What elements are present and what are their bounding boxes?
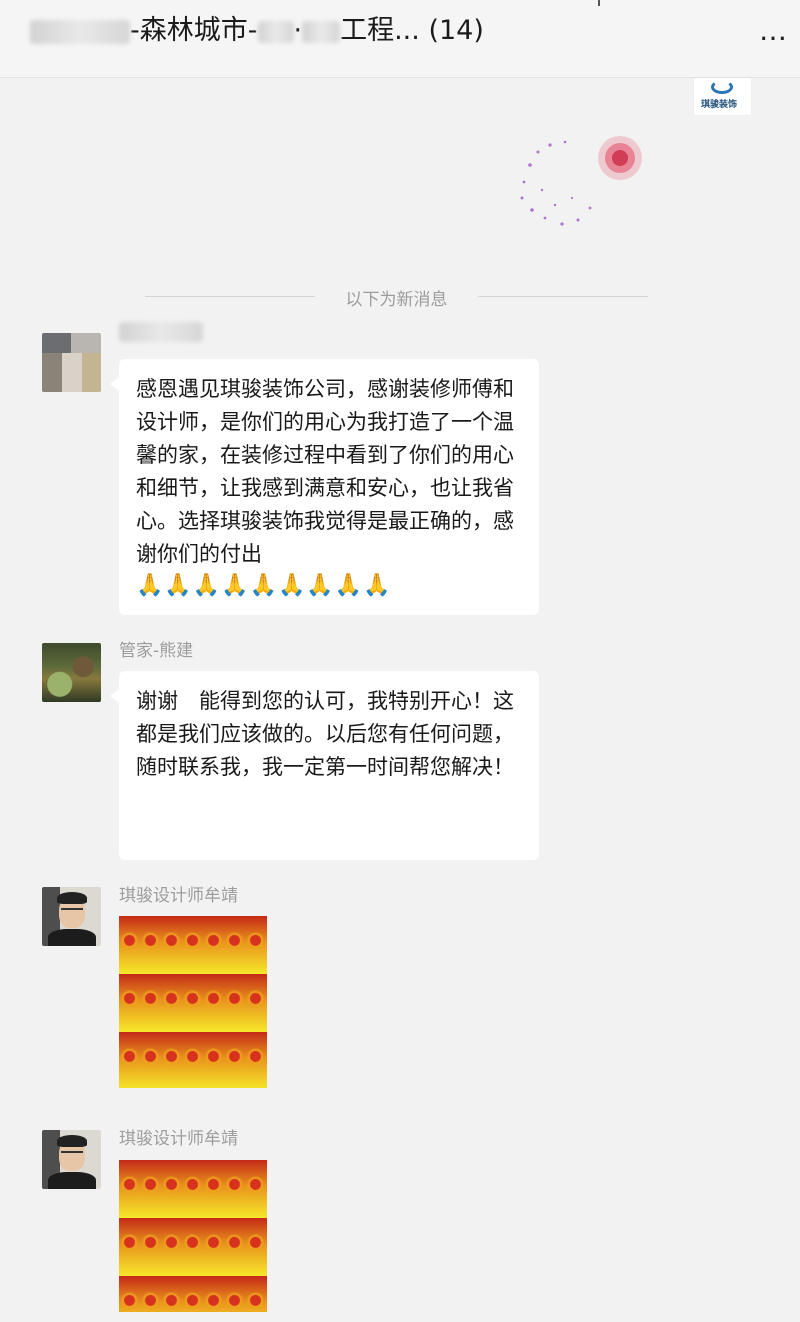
sender-name: 琪骏设计师牟靖 — [119, 886, 238, 906]
avatar[interactable] — [42, 887, 101, 946]
redacted-text — [302, 20, 341, 43]
more-options-icon[interactable]: … — [759, 14, 788, 47]
new-messages-label: 以下为新消息 — [345, 290, 448, 310]
firework-burst-red — [598, 136, 642, 180]
message-text: 谢谢 能得到您的认可，我特别开心！这都是我们应该做的。以后您有任何问题，随时联系… — [136, 689, 514, 779]
message-bubble[interactable]: 感恩遇见琪骏装饰公司，感谢装修师傅和设计师，是你们的用心为我打造了一个温馨的家，… — [110, 359, 539, 615]
fireworks-sticker[interactable] — [510, 120, 660, 240]
redacted-text — [257, 20, 294, 43]
logo-text: 琪骏装饰 — [701, 100, 738, 110]
member-count: (14) — [428, 15, 484, 46]
sender-name: 管家-熊建 — [119, 641, 194, 661]
message-text: 感恩遇见琪骏装饰公司，感谢装修师傅和设计师，是你们的用心为我打造了一个温馨的家，… — [136, 377, 514, 566]
firework-burst-purple — [520, 140, 592, 226]
avatar[interactable] — [42, 1130, 101, 1189]
lantern-sticker[interactable] — [119, 1160, 267, 1312]
redacted-text — [30, 19, 130, 44]
avatar[interactable] — [42, 333, 101, 392]
sender-name: 琪骏设计师牟靖 — [119, 1129, 238, 1149]
lantern-sticker[interactable] — [119, 916, 267, 1088]
message-bubble[interactable]: 谢谢 能得到您的认可，我特别开心！这都是我们应该做的。以后您有任何问题，随时联系… — [110, 671, 539, 860]
divider-line-right — [478, 296, 648, 297]
chat-header: -森林城市- · 工程... (14) … — [0, 0, 800, 78]
company-logo-sticker[interactable]: 琪骏装饰 — [694, 78, 751, 115]
chat-title[interactable]: -森林城市- · 工程... (14) — [30, 8, 484, 47]
avatar[interactable] — [42, 643, 101, 702]
praying-hands-emoji-row: 🙏🙏🙏🙏🙏🙏🙏🙏🙏 — [136, 573, 392, 598]
swirl-logo-icon — [711, 80, 733, 94]
new-messages-divider: 以下为新消息 — [145, 283, 648, 310]
redacted-sender-name — [119, 322, 203, 342]
window-edge-mark — [598, 0, 600, 6]
